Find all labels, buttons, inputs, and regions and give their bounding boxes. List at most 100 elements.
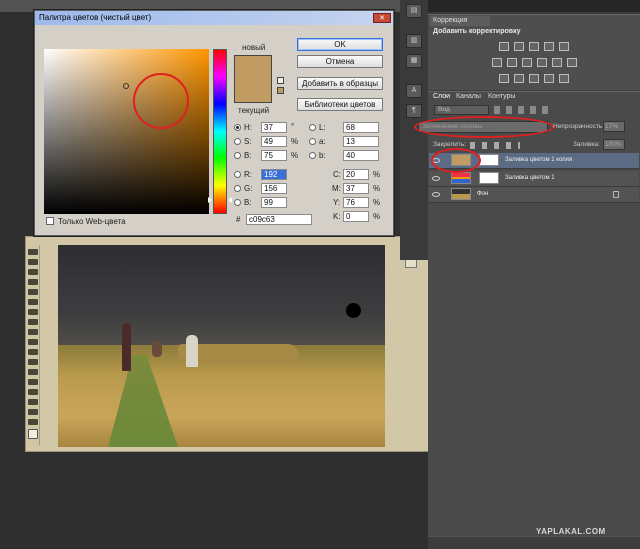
selective-color-icon[interactable]	[559, 74, 569, 83]
type-tool-icon[interactable]	[28, 399, 38, 405]
color-libraries-button[interactable]: Библиотеки цветов	[297, 98, 383, 111]
fill-field[interactable]: 100%	[603, 139, 625, 150]
c-field[interactable]: 20	[343, 169, 369, 180]
hue-slider-handle-icon[interactable]	[208, 197, 212, 203]
radio-g[interactable]	[234, 185, 241, 192]
clone-panel-icon[interactable]: ▦	[406, 54, 422, 68]
hue-slider[interactable]	[213, 49, 227, 214]
lasso-tool-icon[interactable]	[28, 269, 38, 275]
blur-tool-icon[interactable]	[28, 369, 38, 375]
dodge-tool-icon[interactable]	[28, 379, 38, 385]
threshold-icon[interactable]	[529, 74, 539, 83]
magic-wand-tool-icon[interactable]	[28, 279, 38, 285]
radio-a[interactable]	[309, 138, 316, 145]
eye-icon[interactable]	[432, 192, 440, 197]
layer-filter-icons[interactable]	[494, 106, 554, 114]
radio-h[interactable]	[234, 124, 241, 131]
radio-l[interactable]	[309, 124, 316, 131]
current-color-swatch[interactable]	[234, 79, 272, 103]
gradient-map-icon[interactable]	[544, 74, 554, 83]
h-field[interactable]: 37	[261, 122, 287, 133]
hex-field[interactable]: c09c63	[246, 214, 312, 225]
paragraph-panel-icon[interactable]: ¶	[406, 104, 422, 118]
move-tool-icon[interactable]	[28, 249, 38, 255]
s-field[interactable]: 49	[261, 136, 287, 147]
tab-channels[interactable]: Каналы	[456, 93, 481, 102]
lock-icons[interactable]	[470, 142, 520, 149]
brush-tool-icon[interactable]	[28, 319, 38, 325]
path-select-tool-icon[interactable]	[28, 409, 38, 415]
hue-saturation-icon[interactable]	[492, 58, 502, 67]
shape-tool-icon[interactable]	[28, 419, 38, 425]
s-label: S:	[244, 137, 252, 146]
tab-adjustments[interactable]: Коррекция	[430, 16, 490, 26]
highlight-circle	[133, 73, 189, 129]
crop-tool-icon[interactable]	[28, 289, 38, 295]
history-panel-icon[interactable]: ▤	[406, 4, 422, 18]
channel-mixer-icon[interactable]	[552, 58, 562, 67]
out-of-gamut-cube-icon[interactable]	[277, 77, 284, 84]
web-colors-checkbox[interactable]	[46, 217, 54, 225]
color-lookup-icon[interactable]	[567, 58, 577, 67]
stamp-tool-icon[interactable]	[28, 329, 38, 335]
radio-s[interactable]	[234, 138, 241, 145]
g-field[interactable]: 156	[261, 183, 287, 194]
radio-r[interactable]	[234, 171, 241, 178]
radio-b[interactable]	[234, 152, 241, 159]
invert-icon[interactable]	[499, 74, 509, 83]
color-swatches-icon[interactable]	[28, 429, 38, 439]
fill-thumbnail	[451, 172, 471, 184]
eyedropper-tool-icon[interactable]	[28, 299, 38, 305]
character-panel-icon[interactable]: A	[406, 84, 422, 98]
ok-button[interactable]: OK	[297, 38, 383, 51]
blue-field[interactable]: 99	[261, 197, 287, 208]
gradient-tool-icon[interactable]	[28, 359, 38, 365]
tab-paths[interactable]: Контуры	[488, 93, 515, 102]
photo-canvas[interactable]	[58, 245, 385, 447]
person-figure	[122, 323, 131, 371]
lab-b-label: b:	[319, 151, 326, 160]
color-balance-icon[interactable]	[507, 58, 517, 67]
cancel-button[interactable]: Отмена	[297, 55, 383, 68]
gamut-swatch[interactable]	[277, 87, 284, 94]
person-figure	[152, 341, 162, 357]
brush-panel-icon[interactable]: ▥	[406, 34, 422, 48]
r-field[interactable]: 192	[261, 169, 287, 180]
tab-layers[interactable]: Слои	[433, 93, 450, 102]
lab-b-field[interactable]: 40	[343, 150, 379, 161]
exposure-icon[interactable]	[544, 42, 554, 51]
b-field[interactable]: 75	[261, 150, 287, 161]
eraser-tool-icon[interactable]	[28, 349, 38, 355]
black-white-icon[interactable]	[522, 58, 532, 67]
opacity-field[interactable]: 17%	[603, 121, 625, 132]
history-brush-tool-icon[interactable]	[28, 339, 38, 345]
photo-filter-icon[interactable]	[537, 58, 547, 67]
levels-icon[interactable]	[514, 42, 524, 51]
m-field[interactable]: 37	[343, 183, 369, 194]
pen-tool-icon[interactable]	[28, 389, 38, 395]
brightness-icon[interactable]	[499, 42, 509, 51]
a-field[interactable]: 13	[343, 136, 379, 147]
color-field[interactable]	[44, 49, 209, 214]
l-field[interactable]: 68	[343, 122, 379, 133]
h-label: H:	[244, 123, 252, 132]
tools-toolbar	[26, 245, 40, 445]
hue-slider-handle-icon[interactable]	[228, 197, 232, 203]
layer-row[interactable]: Фон	[429, 187, 639, 203]
radio-lab-b[interactable]	[309, 152, 316, 159]
layer-row[interactable]: Заливка цветом 1	[429, 171, 639, 187]
add-to-swatches-button[interactable]: Добавить в образцы	[297, 77, 383, 90]
healing-tool-icon[interactable]	[28, 309, 38, 315]
marquee-tool-icon[interactable]	[28, 259, 38, 265]
color-selector-ring[interactable]	[123, 83, 129, 89]
radio-blue[interactable]	[234, 199, 241, 206]
kind-filter-select[interactable]: Вид	[434, 105, 489, 115]
eye-icon[interactable]	[432, 176, 440, 181]
close-button[interactable]: ✕	[373, 13, 391, 23]
posterize-icon[interactable]	[514, 74, 524, 83]
curves-icon[interactable]	[529, 42, 539, 51]
y-label: Y:	[333, 198, 341, 207]
vibrance-icon[interactable]	[559, 42, 569, 51]
k-field[interactable]: 0	[343, 211, 369, 222]
y-field[interactable]: 76	[343, 197, 369, 208]
